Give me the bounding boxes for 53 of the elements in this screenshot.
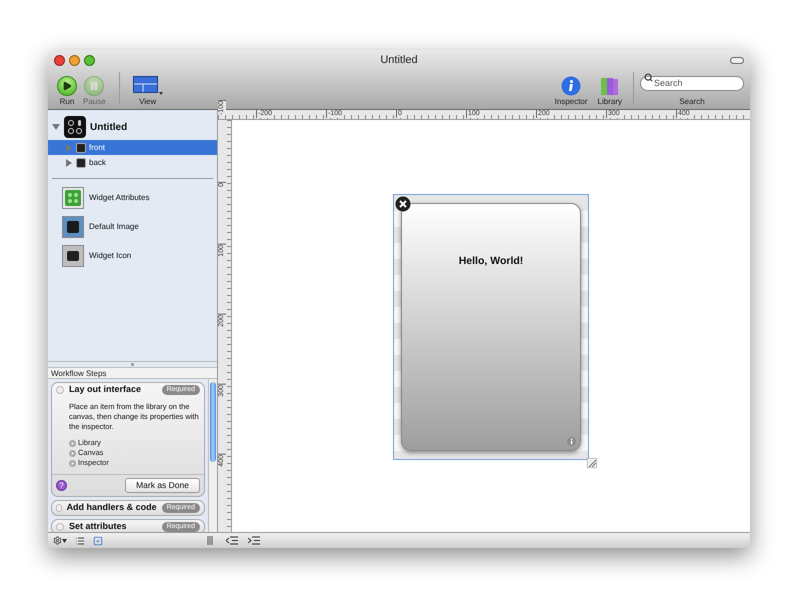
widget-project-icon (64, 116, 86, 138)
arrow-circle-icon (69, 440, 76, 446)
toolbar-button[interactable]: Run (54, 76, 80, 106)
step-status-icon (56, 386, 64, 394)
search-label: Search (679, 98, 705, 106)
outdent-icon[interactable] (226, 536, 238, 545)
step-title: Add handlers & code (66, 501, 157, 514)
step-title: Lay out interface (69, 383, 142, 396)
minimize-window-button[interactable] (69, 54, 80, 66)
arrow-circle-icon (69, 460, 76, 466)
widget-text: Hello, World! (458, 254, 524, 269)
widget-icon-icon (62, 245, 84, 267)
tree-item[interactable]: front (48, 140, 217, 155)
checklist-icon[interactable] (93, 536, 103, 546)
settings-menu-button[interactable] (53, 536, 67, 545)
disclosure-triangle[interactable] (65, 158, 73, 166)
gear-icon (53, 536, 62, 545)
split-handle-icon[interactable] (207, 536, 213, 545)
default-image-icon (62, 216, 84, 238)
project-title: Untitled (90, 120, 128, 134)
arrow-circle-icon (69, 450, 76, 456)
indent-icon[interactable] (248, 536, 260, 545)
toolbar-button[interactable]: Inspector (550, 76, 593, 106)
toolbar-toggle-button[interactable] (730, 56, 744, 64)
list-icon[interactable] (75, 536, 85, 546)
help-button[interactable]: ? (56, 480, 67, 491)
step-status-icon (56, 504, 62, 512)
search-icon (644, 73, 653, 82)
workflow-header: Workflow Steps (48, 367, 217, 379)
toolbar-button[interactable]: Library (592, 76, 627, 106)
widget-attributes-icon (62, 187, 84, 209)
splitter-handle[interactable] (131, 363, 134, 366)
tree-item[interactable]: back (48, 155, 217, 170)
step-status-icon (56, 523, 64, 531)
window-title: Untitled (380, 52, 418, 68)
info-icon (561, 76, 582, 96)
info-icon[interactable] (567, 437, 576, 446)
toolbar-button[interactable]: View (130, 76, 166, 106)
zoom-window-button[interactable] (84, 54, 95, 66)
search-field[interactable]: Search (640, 76, 744, 90)
close-icon[interactable] (395, 196, 411, 212)
step-title: Set attributes (69, 520, 127, 532)
widget-selection[interactable]: Hello, World! (393, 194, 589, 460)
settings-item[interactable]: Widget Icon (62, 245, 203, 267)
mark-as-done-button[interactable]: Mark as Done (125, 478, 200, 493)
settings-item[interactable]: Widget Attributes (62, 187, 203, 209)
caret-icon (62, 538, 67, 542)
books-icon (600, 76, 620, 96)
disclosure-triangle[interactable] (52, 123, 60, 131)
resize-handle-icon[interactable] (587, 458, 597, 468)
close-window-button[interactable] (54, 54, 65, 66)
settings-item[interactable]: Default Image (62, 216, 203, 238)
scrollbar[interactable] (208, 379, 217, 532)
